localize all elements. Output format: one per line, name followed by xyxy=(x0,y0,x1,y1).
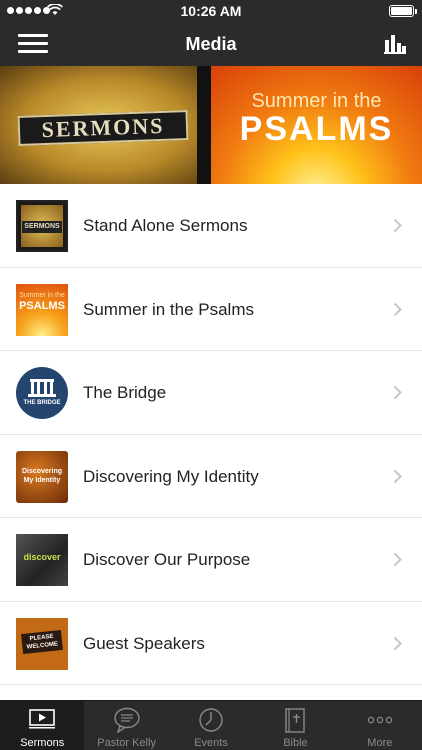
tab-events[interactable]: Events xyxy=(169,701,253,750)
featured-banner: SERMONS Summer in the PSALMS xyxy=(0,66,422,184)
list-item-label: Summer in the Psalms xyxy=(83,299,254,319)
the-bridge-thumbnail: THE BRIDGE xyxy=(16,367,68,419)
bridge-logo-icon xyxy=(28,379,56,397)
status-bar: 10:26 AM xyxy=(0,0,422,22)
list-item-discover-our-purpose[interactable]: discover Discover Our Purpose xyxy=(0,518,422,602)
chevron-right-icon xyxy=(393,469,402,483)
discover-purpose-thumbnail: discover xyxy=(16,534,68,586)
bar-chart-icon[interactable] xyxy=(384,32,406,54)
navigation-bar: Media xyxy=(0,22,422,66)
sermons-banner-title: SERMONS xyxy=(17,110,189,146)
media-series-list: SERMONS Stand Alone Sermons Summer in th… xyxy=(0,184,422,685)
stand-alone-sermons-thumbnail: SERMONS xyxy=(16,200,68,252)
status-time: 10:26 AM xyxy=(180,3,242,19)
chevron-right-icon xyxy=(393,302,402,316)
chevron-right-icon xyxy=(393,636,402,650)
list-item-the-bridge[interactable]: THE BRIDGE The Bridge xyxy=(0,351,422,435)
list-item-label: Discover Our Purpose xyxy=(83,550,251,569)
list-item-stand-alone-sermons[interactable]: SERMONS Stand Alone Sermons xyxy=(0,184,422,268)
list-item-discovering-my-identity[interactable]: Discovering My Identity Discovering My I… xyxy=(0,434,422,518)
list-item-guest-speakers[interactable]: PLEASE WELCOME Guest Speakers xyxy=(0,601,422,685)
media-screen: 10:26 AM Media SERMONS Summer in the PSA… xyxy=(0,0,422,750)
list-item-label: Guest Speakers xyxy=(83,633,205,653)
tab-more[interactable]: More xyxy=(338,701,422,750)
chevron-right-icon xyxy=(393,385,402,400)
tab-bible[interactable]: Bible xyxy=(253,701,337,750)
list-item-label: The Bridge xyxy=(83,383,167,402)
list-item-label: Stand Alone Sermons xyxy=(83,216,248,235)
psalms-banner-title: PSALMS xyxy=(239,110,394,148)
chevron-right-icon xyxy=(393,552,402,567)
tab-pastor-kelly[interactable]: Pastor Kelly xyxy=(84,701,168,750)
guest-speakers-thumbnail: PLEASE WELCOME xyxy=(16,617,68,670)
bible-icon xyxy=(285,708,306,733)
psalms-banner[interactable]: Summer in the PSALMS xyxy=(211,66,422,184)
summer-psalms-thumbnail: Summer in the PSALMS xyxy=(16,283,68,336)
more-dots-icon xyxy=(367,716,393,724)
sermons-banner[interactable]: SERMONS xyxy=(0,66,211,184)
speech-bubble-icon xyxy=(113,707,140,733)
chevron-right-icon xyxy=(393,218,402,233)
clock-icon xyxy=(199,708,223,732)
battery-icon xyxy=(389,5,417,17)
page-title: Media xyxy=(185,34,237,54)
list-item-summer-in-the-psalms[interactable]: Summer in the PSALMS Summer in the Psalm… xyxy=(0,267,422,351)
tab-sermons[interactable]: Sermons xyxy=(0,701,85,750)
list-item-label: Discovering My Identity xyxy=(83,466,259,486)
play-screen-icon xyxy=(29,709,56,729)
tab-bar: Sermons Pastor Kelly Events Bible More xyxy=(0,700,422,750)
discovering-identity-thumbnail: Discovering My Identity xyxy=(16,450,68,503)
